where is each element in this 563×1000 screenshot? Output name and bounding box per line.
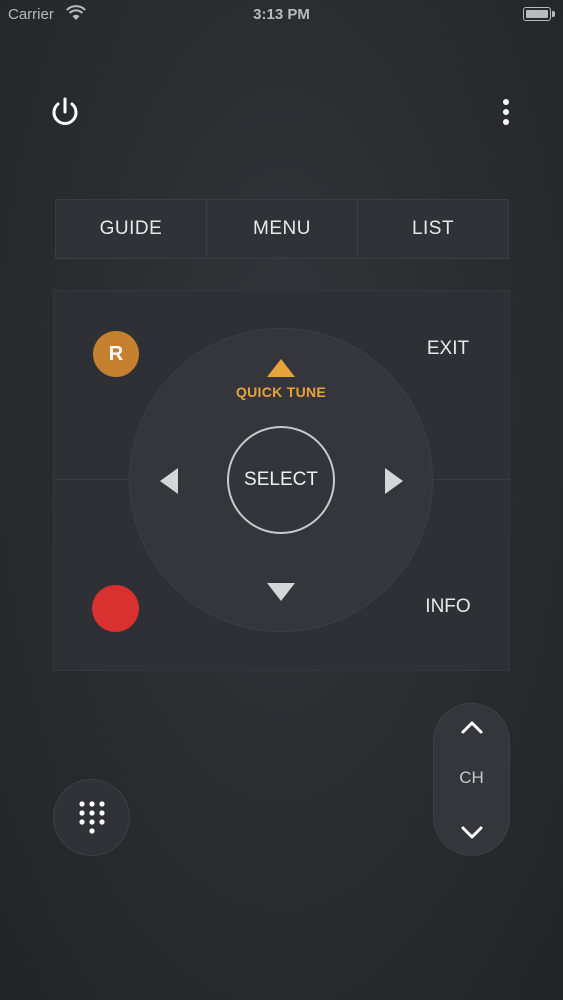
chevron-down-icon[interactable]: [458, 822, 486, 844]
channel-label: CH: [459, 768, 484, 787]
exit-button[interactable]: EXIT: [410, 338, 486, 360]
more-vertical-icon[interactable]: [494, 96, 518, 130]
panel-divider: [53, 479, 133, 480]
info-button[interactable]: INFO: [410, 596, 486, 618]
guide-button[interactable]: GUIDE: [56, 200, 207, 258]
r-button[interactable]: R: [93, 331, 139, 377]
left-arrow-button[interactable]: [158, 466, 180, 496]
top-button-row: GUIDE MENU LIST: [55, 199, 509, 259]
up-arrow-button[interactable]: [266, 358, 296, 378]
chevron-up-icon[interactable]: [458, 716, 486, 738]
keypad-icon: [78, 800, 105, 834]
status-bar: Carrier 3:13 PM: [0, 0, 563, 30]
down-arrow-button[interactable]: [266, 582, 296, 602]
panel-divider: [430, 479, 510, 480]
select-button[interactable]: SELECT: [227, 426, 335, 534]
menu-button[interactable]: MENU: [207, 200, 358, 258]
keypad-button[interactable]: [53, 779, 130, 856]
quick-tune-label: QUICK TUNE: [235, 384, 327, 400]
status-time: 3:13 PM: [253, 6, 310, 23]
right-arrow-button[interactable]: [383, 466, 405, 496]
list-button[interactable]: LIST: [358, 200, 508, 258]
battery-icon: [523, 7, 555, 21]
power-icon[interactable]: [45, 92, 85, 132]
record-button[interactable]: [92, 585, 139, 632]
